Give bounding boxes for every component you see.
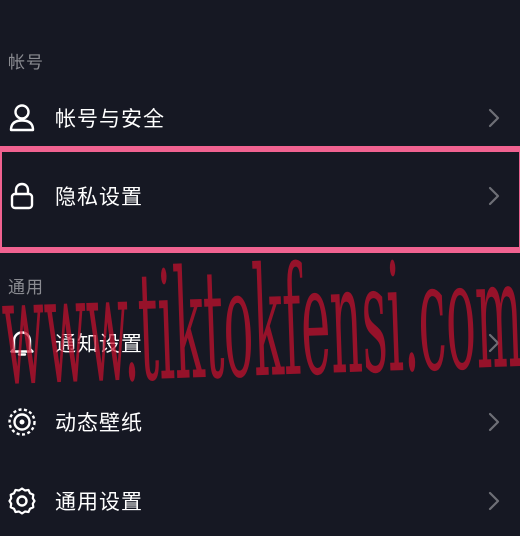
settings-item-general[interactable]: 通用设置: [0, 471, 520, 531]
settings-item-label: 通知设置: [55, 332, 143, 356]
settings-item-label: 帐号与安全: [55, 107, 165, 131]
settings-item-live-wallpaper[interactable]: 动态壁纸: [0, 392, 520, 452]
settings-item-account-security[interactable]: 帐号与安全: [0, 88, 520, 148]
settings-item-label: 动态壁纸: [55, 411, 143, 435]
bell-icon: [6, 327, 38, 359]
gear-icon: [6, 485, 38, 517]
settings-item-notifications[interactable]: 通知设置: [0, 313, 520, 373]
chevron-right-icon: [486, 184, 502, 208]
lock-icon: [6, 180, 38, 212]
section-header-general: 通用: [8, 278, 44, 298]
settings-item-privacy[interactable]: 隐私设置: [0, 166, 520, 226]
settings-screen: 帐号 帐号与安全 隐私设置 通用 通知设置 动态壁纸 通用设置 www.tikt…: [0, 0, 520, 536]
chevron-right-icon: [486, 331, 502, 355]
chevron-right-icon: [486, 410, 502, 434]
settings-item-label: 隐私设置: [55, 185, 143, 209]
live-wallpaper-icon: [6, 406, 38, 438]
settings-item-label: 通用设置: [55, 490, 143, 514]
chevron-right-icon: [486, 106, 502, 130]
chevron-right-icon: [486, 489, 502, 513]
section-header-account: 帐号: [8, 53, 44, 73]
user-icon: [6, 102, 38, 134]
